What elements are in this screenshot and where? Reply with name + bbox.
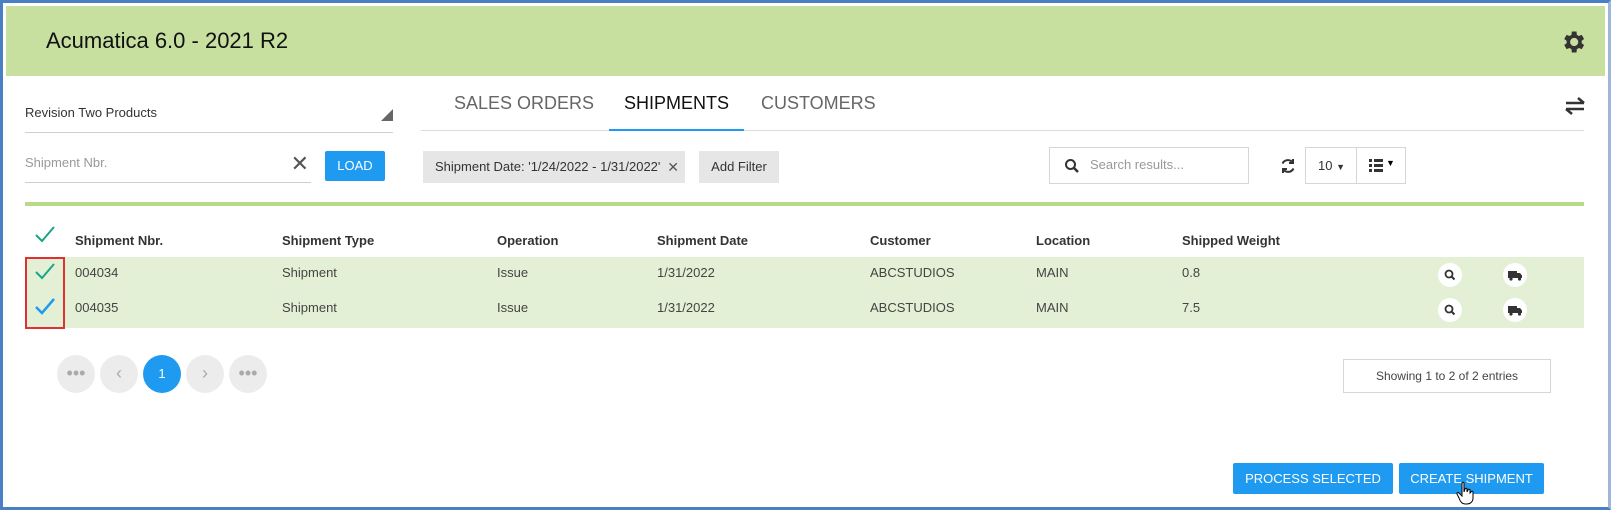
company-label: Revision Two Products (25, 105, 157, 120)
column-header[interactable]: Shipment Date (657, 233, 748, 248)
next-page-button[interactable]: › (186, 355, 224, 393)
hand-cursor-icon (1456, 481, 1474, 505)
truck-icon (1508, 306, 1522, 316)
column-header[interactable]: Shipment Type (282, 233, 374, 248)
tab-customers[interactable]: CUSTOMERS (746, 93, 891, 131)
cell-shipment-type: Shipment (282, 300, 337, 315)
view-details-button[interactable] (1438, 263, 1462, 287)
cell-shipment-nbr: 004035 (75, 300, 119, 315)
chevron-down-icon: ▼ (1336, 162, 1346, 172)
column-header[interactable]: Operation (497, 233, 558, 248)
ship-button[interactable] (1503, 263, 1527, 287)
app-header: Acumatica 6.0 - 2021 R2 (6, 6, 1605, 76)
table-row[interactable]: 004035 Shipment Issue 1/31/2022 ABCSTUDI… (25, 292, 1584, 328)
entries-info: Showing 1 to 2 of 2 entries (1343, 359, 1551, 393)
filter-chip-label: Shipment Date: '1/24/2022 - 1/31/2022' (435, 159, 661, 174)
cell-shipped-weight: 0.8 (1182, 265, 1201, 280)
table-row[interactable]: 004034 Shipment Issue 1/31/2022 ABCSTUDI… (25, 257, 1584, 293)
table-header: Shipment Nbr. Shipment Type Operation Sh… (25, 225, 1584, 257)
cell-shipment-date: 1/31/2022 (657, 265, 715, 280)
ship-button[interactable] (1503, 298, 1527, 322)
tab-shipments[interactable]: SHIPMENTS (609, 93, 745, 131)
cell-customer: ABCSTUDIOS (870, 300, 955, 315)
search-icon (1444, 269, 1456, 281)
load-button[interactable]: LOAD (325, 151, 385, 181)
gear-icon[interactable] (1559, 28, 1587, 56)
cell-customer: ABCSTUDIOS (870, 265, 955, 280)
shipment-nbr-field[interactable]: ✕ (25, 149, 311, 183)
add-filter-button[interactable]: Add Filter (699, 151, 779, 183)
search-icon (1444, 304, 1456, 316)
refresh-icon[interactable] (1279, 157, 1297, 175)
chevron-down-icon: ▼ (1386, 158, 1395, 168)
app-window: Acumatica 6.0 - 2021 R2 Revision Two Pro… (0, 0, 1611, 510)
column-header[interactable]: Shipment Nbr. (75, 233, 163, 248)
tab-sales-orders[interactable]: SALES ORDERS (439, 93, 609, 131)
process-selected-button[interactable]: PROCESS SELECTED (1233, 463, 1393, 494)
dropdown-triangle-icon (381, 109, 393, 121)
cell-operation: Issue (497, 265, 529, 280)
first-page-button[interactable]: ••• (57, 355, 95, 393)
column-header[interactable]: Customer (870, 233, 931, 248)
cell-location: MAIN (1036, 265, 1069, 280)
shipment-nbr-input[interactable] (25, 149, 275, 170)
truck-icon (1508, 271, 1522, 281)
page-1-button[interactable]: 1 (143, 355, 181, 393)
cell-shipped-weight: 7.5 (1182, 300, 1201, 315)
cell-location: MAIN (1036, 300, 1069, 315)
cell-shipment-nbr: 004034 (75, 265, 119, 280)
cell-shipment-type: Shipment (282, 265, 337, 280)
last-page-button[interactable]: ••• (229, 355, 267, 393)
list-icon (1369, 159, 1383, 172)
search-input[interactable] (1090, 157, 1240, 172)
column-header[interactable]: Location (1036, 233, 1090, 248)
swap-icon[interactable] (1562, 95, 1588, 117)
view-mode-dropdown[interactable]: ▼ (1356, 147, 1406, 184)
tab-bar: SALES ORDERS SHIPMENTS CUSTOMERS (421, 83, 1584, 131)
clear-icon[interactable]: ✕ (291, 151, 309, 177)
app-title: Acumatica 6.0 - 2021 R2 (46, 28, 289, 53)
view-details-button[interactable] (1438, 298, 1462, 322)
selection-highlight (25, 257, 65, 329)
column-header[interactable]: Shipped Weight (1182, 233, 1280, 248)
company-selector[interactable]: Revision Two Products (25, 105, 393, 133)
search-box[interactable] (1049, 147, 1249, 184)
cell-operation: Issue (497, 300, 529, 315)
search-icon (1065, 159, 1079, 173)
filter-chip-shipment-date[interactable]: Shipment Date: '1/24/2022 - 1/31/2022' ✕ (423, 151, 685, 183)
cell-shipment-date: 1/31/2022 (657, 300, 715, 315)
table-divider (25, 202, 1584, 206)
page-size-value: 10 (1318, 158, 1333, 173)
select-all-check-icon[interactable] (33, 223, 57, 247)
page-size-dropdown[interactable]: 10 ▼ (1305, 147, 1357, 184)
prev-page-button[interactable]: ‹ (100, 355, 138, 393)
remove-filter-icon[interactable]: ✕ (667, 151, 679, 183)
